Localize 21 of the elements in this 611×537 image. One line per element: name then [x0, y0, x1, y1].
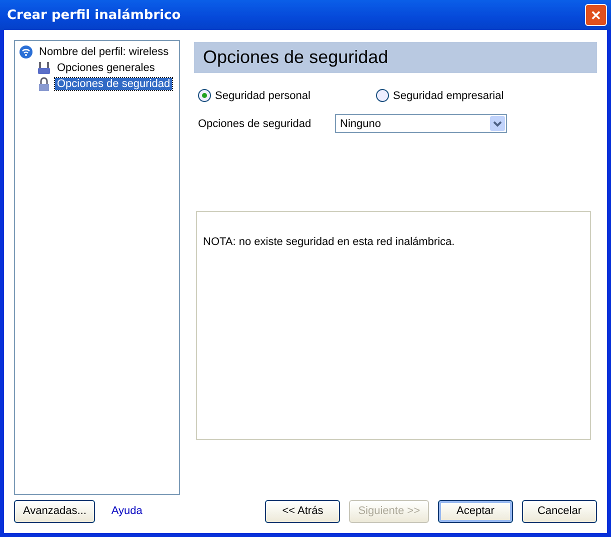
note-text: NOTA: no existe seguridad en esta red inalámbrica.	[203, 236, 455, 248]
section-header: Opciones de seguridad	[194, 42, 597, 73]
field-label: Opciones de seguridad	[198, 118, 312, 130]
lock-icon	[37, 77, 51, 91]
radio-button[interactable]	[376, 89, 389, 102]
close-button[interactable]: ✕	[585, 4, 607, 26]
radio-label: Seguridad empresarial	[393, 90, 504, 102]
help-link[interactable]: Ayuda	[111, 505, 142, 517]
dialog-button[interactable]: Cancelar	[522, 500, 597, 522]
window-title: Crear perfil inalámbrico	[7, 8, 181, 22]
tree-item[interactable]: Opciones de seguridad	[55, 78, 172, 90]
advanced-button[interactable]: Avanzadas...	[14, 500, 96, 522]
radio-button[interactable]	[198, 89, 211, 102]
tree-item[interactable]: Nombre del perfil: wireless	[37, 46, 171, 58]
router-icon	[37, 61, 51, 75]
dialog-button[interactable]: Aceptar	[438, 500, 513, 522]
security-dropdown[interactable]: Ninguno	[335, 114, 507, 133]
radio-label: Seguridad personal	[215, 90, 310, 102]
dialog-button[interactable]: << Atrás	[265, 500, 340, 522]
tree-item[interactable]: Opciones generales	[55, 62, 157, 74]
wireless-icon	[19, 45, 33, 59]
